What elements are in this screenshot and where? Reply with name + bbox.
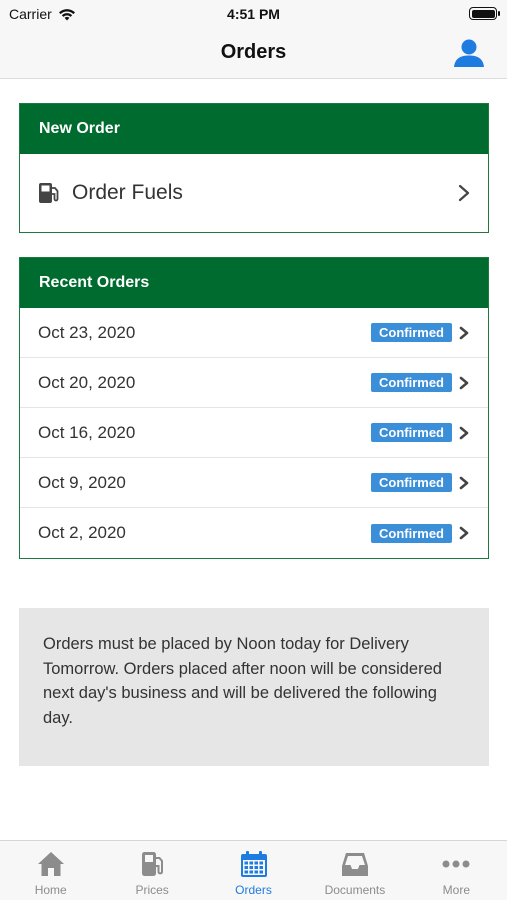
- navigation-bar: Orders: [0, 28, 507, 79]
- chevron-right-icon: [459, 326, 469, 339]
- order-fuels-label: Order Fuels: [72, 180, 183, 204]
- home-icon: [37, 852, 64, 876]
- tab-label: Orders: [235, 883, 272, 897]
- status-badge: Confirmed: [371, 523, 452, 543]
- tab-label: Home: [34, 883, 67, 897]
- tab-orders[interactable]: Orders: [203, 841, 304, 900]
- chevron-right-icon: [459, 376, 469, 389]
- delivery-notice: Orders must be placed by Noon today for …: [19, 608, 489, 766]
- chevron-right-icon: [459, 476, 469, 489]
- chevron-right-icon: [459, 526, 469, 540]
- tab-bar: Home Prices Orders Documents More: [0, 840, 507, 900]
- tab-prices[interactable]: Prices: [101, 841, 202, 900]
- status-badge: Confirmed: [371, 373, 452, 392]
- chevron-right-icon: [458, 184, 470, 201]
- order-date: Oct 2, 2020: [38, 523, 126, 542]
- status-badge: Confirmed: [371, 423, 452, 442]
- page-title: Orders: [220, 41, 287, 63]
- ellipsis-icon: [442, 860, 470, 868]
- new-order-header: New Order: [20, 104, 488, 154]
- chevron-right-icon: [459, 426, 469, 439]
- recent-orders-header: Recent Orders: [20, 258, 488, 308]
- tab-label: Prices: [135, 883, 169, 897]
- order-row[interactable]: Oct 2, 2020 Confirmed: [20, 508, 488, 558]
- recent-orders-card: Recent Orders Oct 23, 2020 Confirmed Oct…: [19, 257, 489, 559]
- order-date: Oct 9, 2020: [38, 472, 126, 492]
- order-fuels-button[interactable]: Order Fuels: [20, 154, 488, 231]
- tab-documents[interactable]: Documents: [304, 841, 405, 900]
- inbox-icon: [341, 853, 368, 876]
- order-date: Oct 23, 2020: [38, 322, 136, 342]
- order-row[interactable]: Oct 9, 2020 Confirmed: [20, 458, 488, 508]
- tab-home[interactable]: Home: [0, 841, 101, 900]
- new-order-card: New Order Order Fuels: [19, 103, 489, 233]
- calendar-icon: [240, 851, 267, 877]
- order-row[interactable]: Oct 16, 2020 Confirmed: [20, 408, 488, 458]
- status-bar: Carrier 4:51 PM: [0, 0, 507, 28]
- user-icon: [454, 39, 484, 67]
- tab-more[interactable]: More: [406, 841, 507, 900]
- status-badge: Confirmed: [371, 473, 452, 492]
- battery-icon: [469, 7, 500, 20]
- tab-label: More: [442, 883, 470, 897]
- order-date: Oct 16, 2020: [38, 422, 136, 442]
- fuel-pump-icon: [39, 182, 59, 203]
- profile-button[interactable]: [453, 38, 485, 68]
- order-row[interactable]: Oct 20, 2020 Confirmed: [20, 358, 488, 408]
- fuel-pump-icon: [142, 852, 164, 876]
- order-row[interactable]: Oct 23, 2020 Confirmed: [20, 308, 488, 358]
- status-time: 4:51 PM: [227, 6, 280, 22]
- status-badge: Confirmed: [371, 323, 452, 342]
- order-date: Oct 20, 2020: [38, 372, 136, 392]
- tab-label: Documents: [324, 883, 386, 897]
